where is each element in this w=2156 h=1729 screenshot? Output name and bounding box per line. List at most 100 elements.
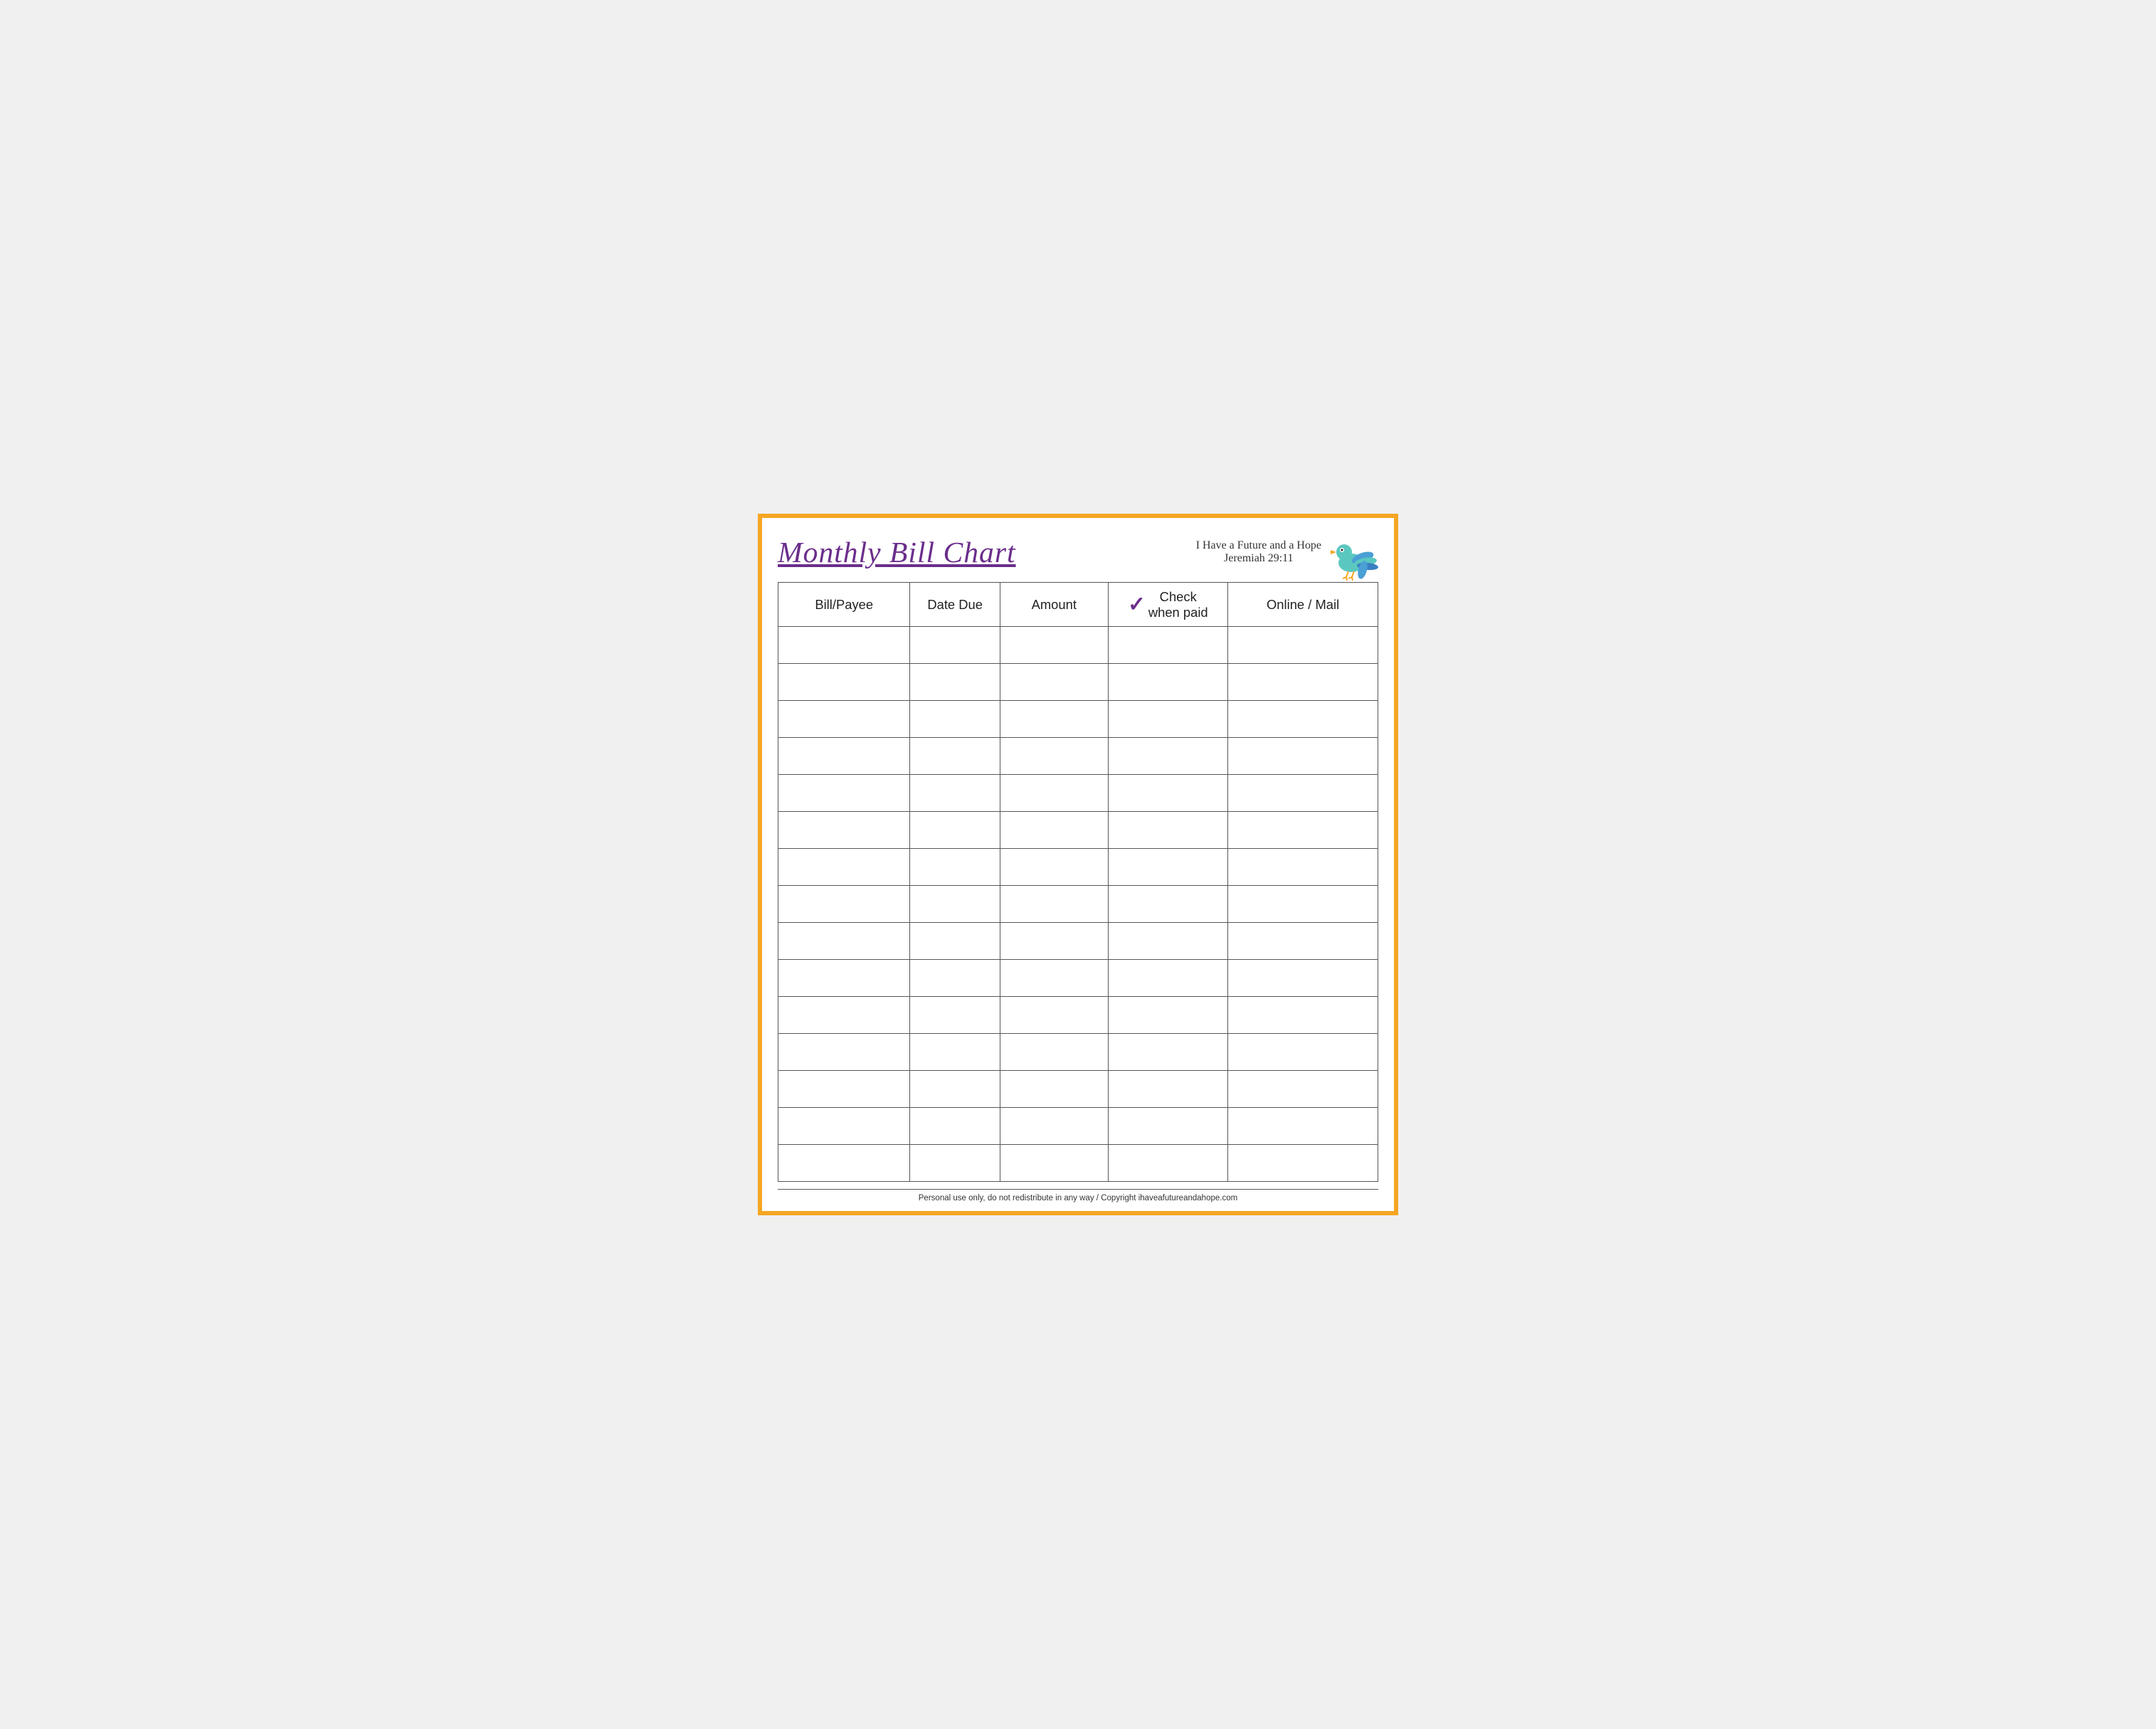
table-cell: [1228, 664, 1378, 701]
table-row: [778, 1034, 1378, 1071]
table-row: [778, 701, 1378, 738]
table-cell: [778, 1034, 910, 1071]
table-cell: [778, 997, 910, 1034]
table-cell: [778, 1071, 910, 1108]
table-cell: [1228, 1071, 1378, 1108]
table-cell: [910, 1034, 1000, 1071]
table-cell: [1000, 1071, 1108, 1108]
col-header-amount: Amount: [1000, 583, 1108, 627]
col-header-check-when-paid: ✓ Check when paid: [1108, 583, 1228, 627]
table-cell: [778, 627, 910, 664]
table-row: [778, 1145, 1378, 1182]
table-cell: [778, 664, 910, 701]
table-cell: [778, 1108, 910, 1145]
table-cell: [1108, 886, 1228, 923]
table-cell: [1108, 775, 1228, 812]
table-header-row: Bill/Payee Date Due Amount ✓ Check when …: [778, 583, 1378, 627]
table-row: [778, 1071, 1378, 1108]
table-cell: [778, 775, 910, 812]
table-cell: [778, 1145, 910, 1182]
footer-text: Personal use only, do not redistribute i…: [919, 1194, 1238, 1202]
table-cell: [1108, 627, 1228, 664]
table-cell: [1228, 923, 1378, 960]
table-cell: [1108, 1108, 1228, 1145]
table-cell: [1228, 812, 1378, 849]
table-cell: [1000, 775, 1108, 812]
table-body: [778, 627, 1378, 1182]
table-cell: [1228, 997, 1378, 1034]
table-cell: [778, 812, 910, 849]
table-cell: [1108, 1145, 1228, 1182]
col-header-online-mail: Online / Mail: [1228, 583, 1378, 627]
bill-table: Bill/Payee Date Due Amount ✓ Check when …: [778, 582, 1378, 1182]
table-cell: [910, 960, 1000, 997]
table-cell: [910, 627, 1000, 664]
header-right: I Have a Future and a Hope Jeremiah 29:1…: [1196, 531, 1378, 573]
table-cell: [910, 664, 1000, 701]
table-cell: [778, 849, 910, 886]
footer: Personal use only, do not redistribute i…: [778, 1189, 1378, 1202]
table-cell: [1108, 1071, 1228, 1108]
table-cell: [1000, 701, 1108, 738]
table-cell: [910, 738, 1000, 775]
table-row: [778, 664, 1378, 701]
table-cell: [1000, 1108, 1108, 1145]
table-cell: [1000, 627, 1108, 664]
table-cell: [1000, 997, 1108, 1034]
page-header: Monthly Bill Chart I Have a Future and a…: [778, 531, 1378, 573]
table-cell: [1228, 1108, 1378, 1145]
table-cell: [1000, 1145, 1108, 1182]
tagline-line2: Jeremiah 29:11: [1196, 552, 1321, 565]
table-cell: [1108, 960, 1228, 997]
table-cell: [1228, 775, 1378, 812]
table-cell: [1108, 997, 1228, 1034]
table-cell: [910, 997, 1000, 1034]
table-row: [778, 886, 1378, 923]
table-cell: [1228, 738, 1378, 775]
table-cell: [1108, 812, 1228, 849]
table-cell: [1108, 923, 1228, 960]
table-cell: [910, 812, 1000, 849]
table-cell: [778, 701, 910, 738]
table-cell: [1228, 1145, 1378, 1182]
table-cell: [778, 923, 910, 960]
table-row: [778, 775, 1378, 812]
table-cell: [1108, 738, 1228, 775]
table-row: [778, 849, 1378, 886]
table-cell: [1228, 627, 1378, 664]
bird-icon: [1328, 531, 1378, 573]
page-container: Monthly Bill Chart I Have a Future and a…: [758, 514, 1398, 1215]
table-cell: [1228, 701, 1378, 738]
table-cell: [1228, 960, 1378, 997]
table-row: [778, 738, 1378, 775]
table-cell: [1000, 960, 1108, 997]
table-cell: [1108, 1034, 1228, 1071]
table-cell: [1228, 849, 1378, 886]
table-cell: [1000, 812, 1108, 849]
table-cell: [778, 960, 910, 997]
table-cell: [910, 886, 1000, 923]
table-row: [778, 960, 1378, 997]
table-cell: [910, 923, 1000, 960]
table-cell: [1108, 849, 1228, 886]
table-cell: [1000, 664, 1108, 701]
table-cell: [1000, 923, 1108, 960]
table-cell: [910, 849, 1000, 886]
table-cell: [778, 886, 910, 923]
table-cell: [910, 775, 1000, 812]
table-cell: [910, 701, 1000, 738]
table-cell: [1108, 664, 1228, 701]
table-cell: [1108, 701, 1228, 738]
table-row: [778, 627, 1378, 664]
col-header-bill-payee: Bill/Payee: [778, 583, 910, 627]
table-row: [778, 812, 1378, 849]
table-cell: [910, 1145, 1000, 1182]
col-header-date-due: Date Due: [910, 583, 1000, 627]
table-cell: [1000, 1034, 1108, 1071]
table-row: [778, 923, 1378, 960]
tagline: I Have a Future and a Hope Jeremiah 29:1…: [1196, 539, 1321, 565]
table-cell: [1000, 738, 1108, 775]
table-row: [778, 997, 1378, 1034]
table-cell: [1000, 886, 1108, 923]
table-cell: [778, 738, 910, 775]
